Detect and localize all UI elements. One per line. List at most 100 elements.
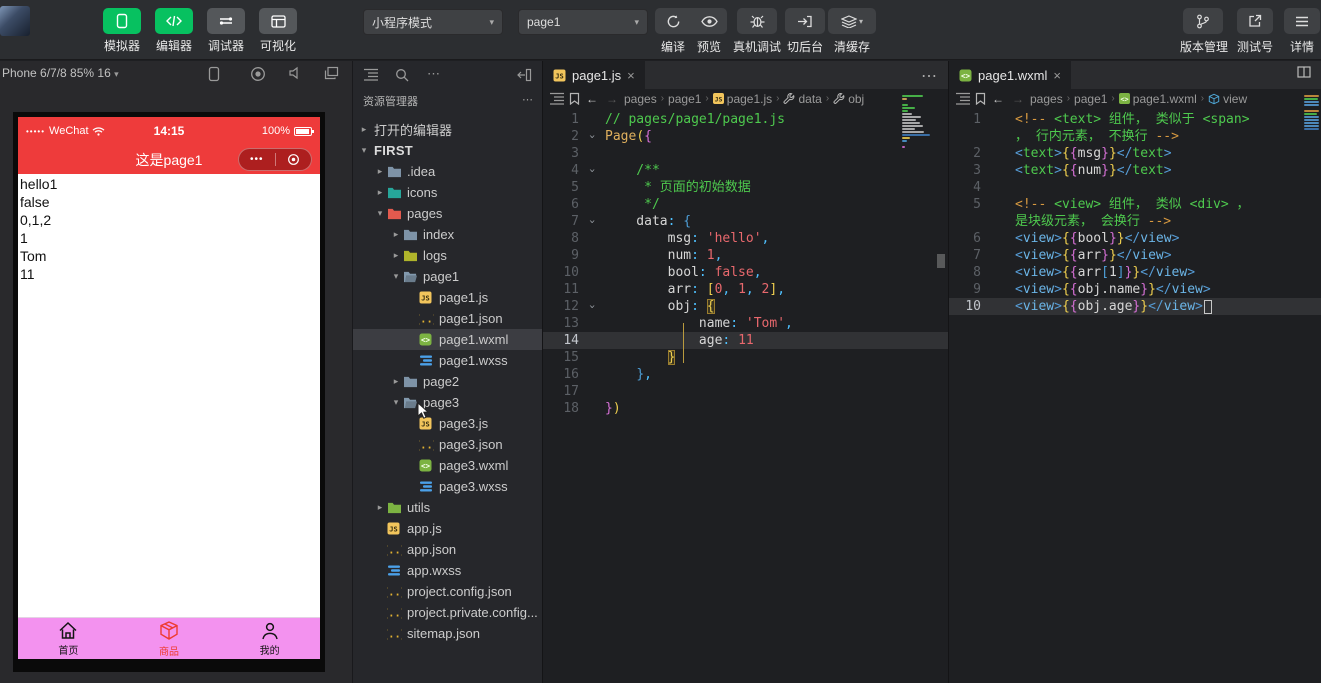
tree-item-page3.wxss[interactable]: page3.wxss [353, 476, 542, 497]
more-icon[interactable]: ⋯ [427, 66, 441, 82]
minimap[interactable] [1304, 95, 1320, 130]
fold-chevron-icon[interactable]: › [586, 128, 605, 145]
chevron-right-icon[interactable]: ▸ [373, 187, 387, 198]
breadcrumb-page1[interactable]: page1 [668, 92, 701, 106]
tree-item-logs[interactable]: ▸ logs [353, 245, 542, 266]
tree-item-app.js[interactable]: JS app.js [353, 518, 542, 539]
code-line[interactable]: 10 <view>{{obj.age}}</view> [949, 298, 1321, 315]
tab-page1-js[interactable]: JS page1.js × [543, 61, 645, 89]
tree-item-page1.json[interactable]: {..} page1.json [353, 308, 542, 329]
windows-icon[interactable] [324, 66, 339, 80]
outline-icon[interactable] [363, 68, 379, 81]
mode-select[interactable]: 小程序模式 ▾ [363, 9, 503, 35]
compile-button[interactable] [655, 8, 691, 34]
chevron-down-icon[interactable]: ▾ [389, 271, 403, 282]
code-line[interactable]: 6 <view>{{bool}}</view> [949, 230, 1321, 247]
chevron-right-icon[interactable]: ▸ [389, 229, 403, 240]
chevron-down-icon[interactable]: ▾ [389, 397, 403, 408]
code-line[interactable]: 2 <text>{{msg}}</text> [949, 145, 1321, 162]
back-arrow[interactable]: ← [586, 92, 598, 106]
editor1-code[interactable]: 1// pages/page1/page1.js 2 › Page({3 4 › /** 5… [543, 108, 948, 417]
tree-item-page3[interactable]: ▾ page3 [353, 392, 542, 413]
code-line[interactable]: 5 <!-- <view> 组件， 类似 <div> ， [949, 196, 1321, 213]
search-icon[interactable] [395, 68, 409, 82]
close-target-icon[interactable] [276, 153, 312, 166]
switch-background-button[interactable] [785, 8, 825, 34]
record-icon[interactable] [250, 66, 266, 82]
tree-item-page2[interactable]: ▸ page2 [353, 371, 542, 392]
tree-item-page1.js[interactable]: JS page1.js [353, 287, 542, 308]
chevron-right-icon[interactable]: ▸ [389, 376, 403, 387]
tree-item-page1.wxss[interactable]: page1.wxss [353, 350, 542, 371]
clear-cache-button[interactable]: ▾ [828, 8, 876, 34]
minimap[interactable] [902, 95, 932, 148]
tree-item-page3.json[interactable]: {..} page3.json [353, 434, 542, 455]
version-control-button[interactable] [1183, 8, 1223, 34]
split-editor-icon[interactable] [1297, 66, 1311, 78]
fold-chevron-icon[interactable]: › [586, 298, 605, 315]
forward-arrow[interactable]: → [606, 92, 618, 106]
breadcrumb-page1.wxml[interactable]: <> page1.wxml [1118, 92, 1197, 106]
tree-item-app.wxss[interactable]: app.wxss [353, 560, 542, 581]
breadcrumb-data[interactable]: data [783, 92, 822, 106]
details-button[interactable] [1284, 8, 1320, 34]
preview-button[interactable] [691, 8, 727, 34]
tree-item-app.json[interactable]: {..} app.json [353, 539, 542, 560]
code-line[interactable]: 4 › /** [543, 162, 948, 179]
tree-item-FIRST[interactable]: ▾ FIRST [353, 140, 542, 161]
tree-item-sitemap.json[interactable]: {..} sitemap.json [353, 623, 542, 644]
chevron-right-icon[interactable]: ▸ [357, 124, 371, 135]
phone-tab-首页[interactable]: 首页 [18, 618, 119, 659]
code-line[interactable]: 1 // pages/page1/page1.js [543, 111, 948, 128]
more-icon[interactable]: ⋯ [522, 93, 534, 111]
rotate-device-icon[interactable] [208, 66, 220, 82]
fold-chevron-icon[interactable]: › [586, 213, 605, 230]
collapse-sidebar-icon[interactable] [517, 68, 532, 82]
tree-item-.idea[interactable]: ▸ .idea [353, 161, 542, 182]
visualizer-toggle-button[interactable]: 可视化 [256, 8, 300, 54]
code-line[interactable]: 16 }, [543, 366, 948, 383]
code-line[interactable]: ， 行内元素， 不换行 --> [949, 128, 1321, 145]
close-icon[interactable]: × [627, 68, 635, 83]
breadcrumb-pages[interactable]: pages [624, 92, 657, 106]
fold-chevron-icon[interactable]: › [586, 162, 605, 179]
breadcrumb-obj[interactable]: obj [833, 92, 864, 106]
test-account-button[interactable] [1237, 8, 1273, 34]
tree-item-index[interactable]: ▸ index [353, 224, 542, 245]
tree-item-打开的编辑器[interactable]: ▸ 打开的编辑器 [353, 119, 542, 140]
code-line[interactable]: 18}) [543, 400, 948, 417]
breadcrumb-pages[interactable]: pages [1030, 92, 1063, 106]
more-icon[interactable]: ••• [239, 154, 275, 165]
tree-item-page1.wxml[interactable]: <> page1.wxml [353, 329, 542, 350]
chevron-down-icon[interactable]: ▾ [357, 145, 371, 156]
editor2-code[interactable]: 1 <!-- <text> 组件， 类似于 <span>， 行内元素， 不换行 -… [949, 108, 1321, 315]
code-line[interactable]: 11 arr: [0, 1, 2], [543, 281, 948, 298]
debugger-toggle-button[interactable]: 调试器 [204, 8, 248, 54]
chevron-down-icon[interactable]: ▾ [373, 208, 387, 219]
outline-icon[interactable] [955, 92, 971, 105]
editor-toggle-button[interactable]: 编辑器 [152, 8, 196, 54]
chevron-right-icon[interactable]: ▸ [373, 166, 387, 177]
bookmark-icon[interactable] [569, 92, 580, 105]
tree-item-page1[interactable]: ▾ page1 [353, 266, 542, 287]
breadcrumb-page1[interactable]: page1 [1074, 92, 1107, 106]
code-line[interactable]: 7 <view>{{arr}}</view> [949, 247, 1321, 264]
chevron-right-icon[interactable]: ▸ [373, 502, 387, 513]
code-line[interactable]: 5 * 页面的初始数据 [543, 179, 948, 196]
scrollbar-thumb[interactable] [937, 254, 945, 268]
breadcrumb-view[interactable]: view [1208, 92, 1247, 106]
code-line[interactable]: 9 num: 1, [543, 247, 948, 264]
bookmark-icon[interactable] [975, 92, 986, 105]
tree-item-utils[interactable]: ▸ utils [353, 497, 542, 518]
more-icon[interactable]: ⋯ [921, 66, 938, 86]
tree-item-project.private.config...[interactable]: {..} project.private.config... [353, 602, 542, 623]
page-select[interactable]: page1 ▾ [518, 9, 648, 35]
forward-arrow[interactable]: → [1012, 92, 1024, 106]
code-line[interactable]: 12 › obj: { [543, 298, 948, 315]
tree-item-pages[interactable]: ▾ pages [353, 203, 542, 224]
tree-item-page3.wxml[interactable]: <> page3.wxml [353, 455, 542, 476]
code-line[interactable]: 6 */ [543, 196, 948, 213]
code-line[interactable]: 2 › Page({ [543, 128, 948, 145]
tree-item-icons[interactable]: ▸ icons [353, 182, 542, 203]
tab-page1-wxml[interactable]: <> page1.wxml × [949, 61, 1071, 89]
